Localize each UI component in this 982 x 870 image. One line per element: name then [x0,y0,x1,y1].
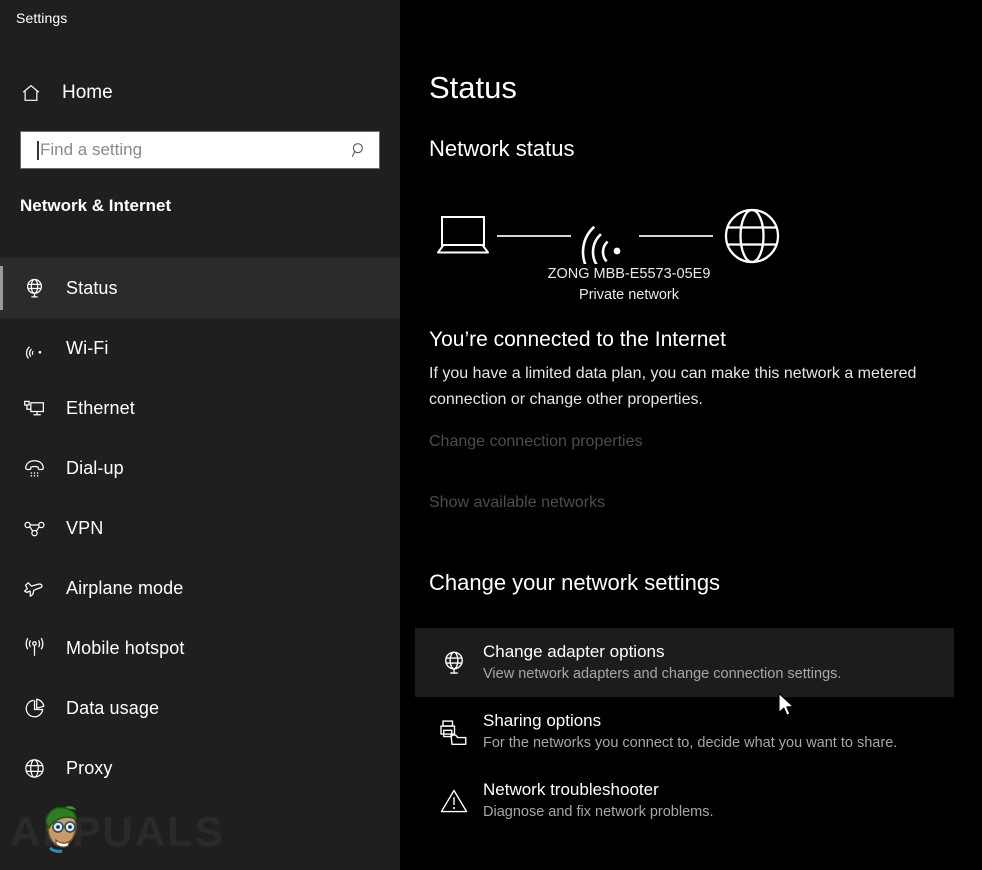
change-network-settings-heading: Change your network settings [429,570,721,595]
globe-monitor-icon [14,276,54,301]
network-status-heading: Network status [429,136,575,161]
sidebar-item-status-label: Status [66,277,118,298]
sidebar-nav: Status Wi-Fi Ethernet Dial-up VPN Airpla… [0,258,400,798]
printer-share-icon [429,717,479,747]
selection-accent-bar [0,686,3,730]
sidebar-item-wifi-label: Wi-Fi [66,337,109,358]
vpn-icon [14,516,54,541]
option-text: Sharing options For the networks you con… [483,709,897,754]
pie-chart-icon [14,696,54,721]
airplane-icon [14,576,54,601]
option-sharing-options[interactable]: Sharing options For the networks you con… [415,697,954,766]
selection-accent-bar [0,266,3,310]
selection-accent-bar [0,746,3,790]
wifi-signal-icon [577,208,633,264]
sidebar-item-proxy-label: Proxy [66,757,113,778]
sidebar-section-title: Network & Internet [20,196,172,215]
globe-icon [721,205,783,267]
option-title: Network troubleshooter [483,780,659,799]
selection-accent-bar [0,386,3,430]
app-title: Settings [16,10,68,26]
sidebar-item-dialup[interactable]: Dial-up [0,438,400,498]
option-text: Change adapter options View network adap… [483,640,841,685]
globe-monitor-icon [429,648,479,678]
sidebar: Settings Home Network & Internet [0,0,400,870]
sidebar-item-mobile-hotspot-label: Mobile hotspot [66,637,185,658]
selection-accent-bar [0,446,3,490]
watermark-text: APPUALS [10,808,225,855]
sidebar-item-airplane-mode[interactable]: Airplane mode [0,558,400,618]
change-connection-properties-link[interactable]: Change connection properties [429,433,642,451]
warning-triangle-icon [429,786,479,816]
watermark: APPUALS [6,800,236,862]
search-icon[interactable] [339,132,379,168]
home-icon [8,82,54,104]
option-subtitle: For the networks you connect to, decide … [483,735,898,751]
network-settings-options: Change adapter options View network adap… [415,628,954,835]
laptop-icon [429,211,497,261]
selection-accent-bar [0,506,3,550]
search-input[interactable] [39,140,339,160]
connected-description: If you have a limited data plan, you can… [429,365,917,408]
option-title: Change adapter options [483,642,665,661]
sidebar-item-data-usage-label: Data usage [66,697,160,718]
sidebar-item-mobile-hotspot[interactable]: Mobile hotspot [0,618,400,678]
watermark-mascot-icon [45,806,77,853]
connection-line-left [497,235,571,237]
sidebar-item-wifi[interactable]: Wi-Fi [0,318,400,378]
page-title: Status [429,70,517,105]
telephone-icon [14,456,54,481]
sidebar-item-proxy[interactable]: Proxy [0,738,400,798]
option-title: Sharing options [483,711,602,730]
connection-type: Private network [579,287,679,303]
sidebar-item-status[interactable]: Status [0,258,400,318]
selection-accent-bar [0,566,3,610]
search-box[interactable] [20,131,380,169]
show-available-networks-link[interactable]: Show available networks [429,494,605,512]
sidebar-item-home-label: Home [62,82,113,103]
option-subtitle: Diagnose and fix network problems. [483,804,714,820]
selection-accent-bar [0,326,3,370]
connected-heading: You’re connected to the Internet [429,328,726,351]
option-change-adapter-options[interactable]: Change adapter options View network adap… [415,628,954,697]
ethernet-icon [14,396,54,421]
main-content: Status Network status ZONG MBB-E5573-05E… [400,0,982,870]
connection-line-right [639,235,713,237]
sidebar-item-home[interactable]: Home [0,74,400,112]
sidebar-item-vpn[interactable]: VPN [0,498,400,558]
option-subtitle: View network adapters and change connect… [483,666,842,682]
sidebar-item-dialup-label: Dial-up [66,457,124,478]
sidebar-item-data-usage[interactable]: Data usage [0,678,400,738]
selection-accent-bar [0,626,3,670]
wifi-icon [14,336,54,361]
sidebar-item-vpn-label: VPN [66,517,104,538]
globe-icon [14,756,54,781]
option-text: Network troubleshooter Diagnose and fix … [483,778,714,823]
sidebar-item-ethernet-label: Ethernet [66,397,135,418]
sidebar-item-airplane-mode-label: Airplane mode [66,577,184,598]
sidebar-item-ethernet[interactable]: Ethernet [0,378,400,438]
hotspot-icon [14,636,54,661]
settings-window: Settings Home Network & Internet [0,0,982,870]
option-network-troubleshooter[interactable]: Network troubleshooter Diagnose and fix … [415,766,954,835]
network-diagram [429,200,829,272]
connection-name: ZONG MBB-E5573-05E9 [547,266,711,282]
